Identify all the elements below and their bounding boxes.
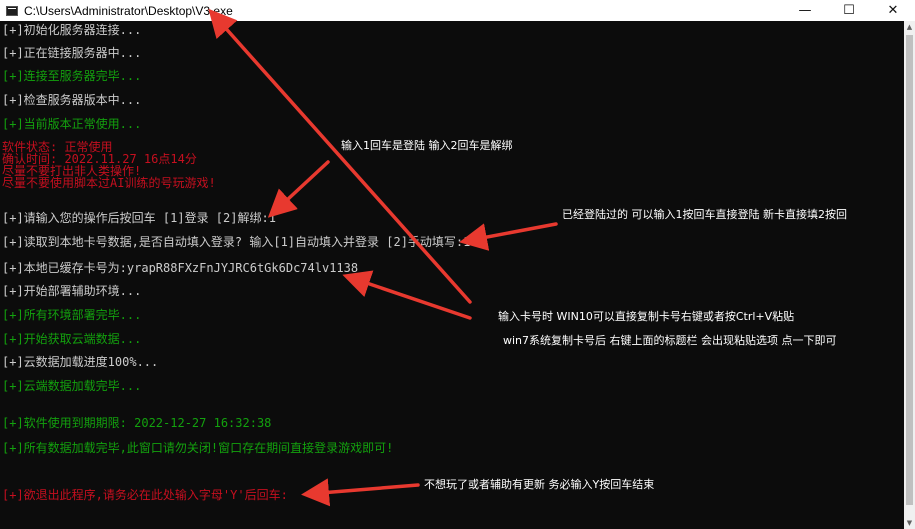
console-line: [+]检查服务器版本中... <box>2 93 142 107</box>
vertical-scrollbar[interactable]: ▲ ▼ <box>904 21 915 529</box>
console-line: [+]本地已缓存卡号为:yrapR88FXzFnJYJRC6tGk6Dc74lv… <box>2 261 359 275</box>
scroll-up-icon[interactable]: ▲ <box>904 21 915 33</box>
console-output[interactable]: [+]初始化服务器连接... [+]正在链接服务器中... [+]连接至服务器完… <box>0 21 904 529</box>
title-bar[interactable]: C:\Users\Administrator\Desktop\V3.exe — … <box>0 0 915 21</box>
console-line: [+]初始化服务器连接... <box>2 23 142 37</box>
console-line: [+]欲退出此程序,请务必在此处输入字母'Y'后回车: <box>2 488 288 502</box>
console-line: [+]云端数据加载完毕... <box>2 379 142 393</box>
maximize-button[interactable]: ☐ <box>827 0 871 21</box>
annotation-login-unbind: 输入1回车是登陆 输入2回车是解绑 <box>341 139 513 152</box>
console-line: [+]正在链接服务器中... <box>2 46 142 60</box>
console-line: [+]云数据加载进度100%... <box>2 355 159 369</box>
console-app-icon <box>6 5 18 16</box>
console-line: [+]所有数据加载完毕,此窗口请勿关闭!窗口存在期间直接登录游戏即可! <box>2 441 394 455</box>
console-line: [+]软件使用到期期限: 2022-12-27 16:32:38 <box>2 416 272 430</box>
console-line: [+]请输入您的操作后按回车 [1]登录 [2]解绑:1 <box>2 211 276 225</box>
annotation-paste-win10: 输入卡号时 WIN10可以直接复制卡号右键或者按Ctrl+V粘贴 <box>498 310 795 323</box>
console-line: [+]所有环境部署完毕... <box>2 308 142 322</box>
annotation-paste-win7: win7系统复制卡号后 右键上面的标题栏 会出现粘贴选项 点一下即可 <box>503 334 837 347</box>
scroll-down-icon[interactable]: ▼ <box>904 517 915 529</box>
close-button[interactable]: ✕ <box>871 0 915 21</box>
console-line: [+]读取到本地卡号数据,是否自动填入登录? 输入[1]自动填入并登录 [2]手… <box>2 235 471 249</box>
window-title: C:\Users\Administrator\Desktop\V3.exe <box>24 3 233 18</box>
annotation-exit: 不想玩了或者辅助有更新 务必输入Y按回车结束 <box>424 478 655 491</box>
console-line: [+]连接至服务器完毕... <box>2 69 142 83</box>
console-line: [+]开始获取云端数据... <box>2 332 142 346</box>
minimize-button[interactable]: — <box>783 0 827 21</box>
console-line: 尽量不要使用脚本过AI训练的号玩游戏! <box>2 176 216 190</box>
console-line: [+]开始部署辅助环境... <box>2 284 142 298</box>
console-line: [+]当前版本正常使用... <box>2 117 142 131</box>
scroll-thumb[interactable] <box>906 35 913 505</box>
annotation-auto-login: 已经登陆过的 可以输入1按回车直接登陆 新卡直接填2按回 <box>562 208 847 221</box>
